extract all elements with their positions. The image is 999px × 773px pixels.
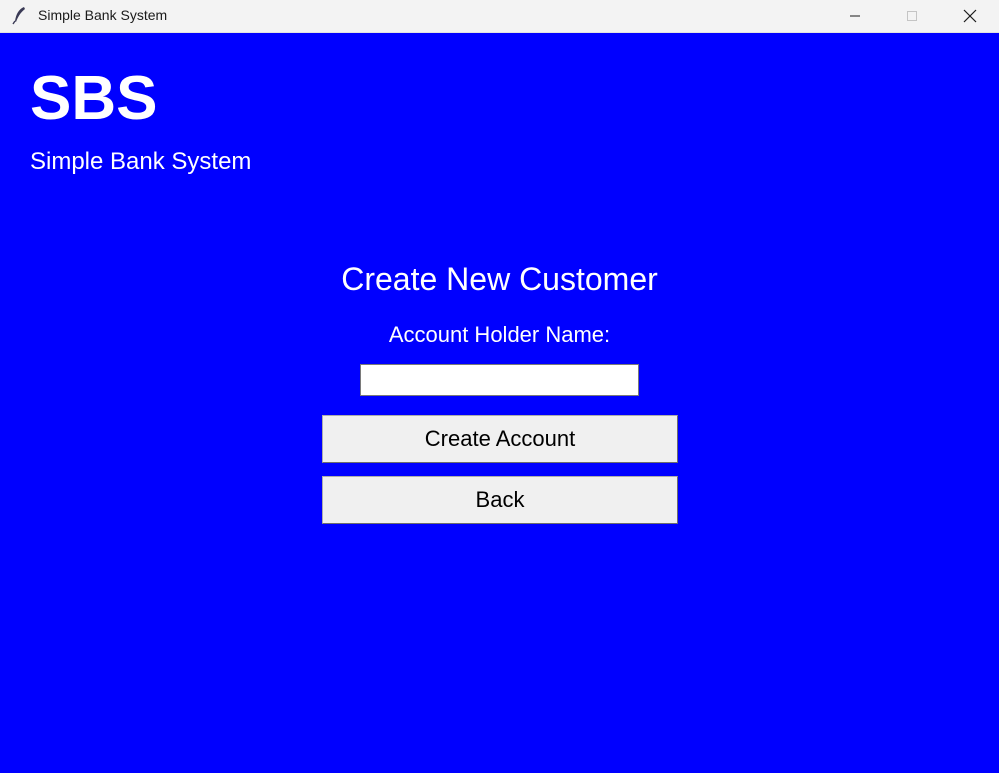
feather-icon: [12, 7, 25, 25]
main-content: SBS Simple Bank System Create New Custom…: [0, 33, 999, 773]
minimize-button[interactable]: [826, 0, 884, 32]
create-account-button[interactable]: Create Account: [322, 415, 678, 463]
app-subtitle: Simple Bank System: [30, 148, 252, 175]
maximize-button[interactable]: [883, 0, 941, 32]
close-icon: [963, 9, 977, 23]
maximize-icon: [907, 11, 917, 21]
account-holder-name-input[interactable]: [360, 364, 639, 396]
title-bar[interactable]: Simple Bank System: [0, 0, 999, 33]
minimize-icon: [850, 15, 860, 17]
close-button[interactable]: [941, 0, 999, 32]
window-title: Simple Bank System: [38, 7, 168, 23]
app-window: Simple Bank System SBS Simple Bank Syste…: [0, 0, 999, 773]
back-button[interactable]: Back: [322, 476, 678, 524]
form-title: Create New Customer: [341, 261, 658, 297]
account-holder-name-label: Account Holder Name:: [388, 322, 611, 347]
app-logo: SBS: [30, 64, 158, 133]
